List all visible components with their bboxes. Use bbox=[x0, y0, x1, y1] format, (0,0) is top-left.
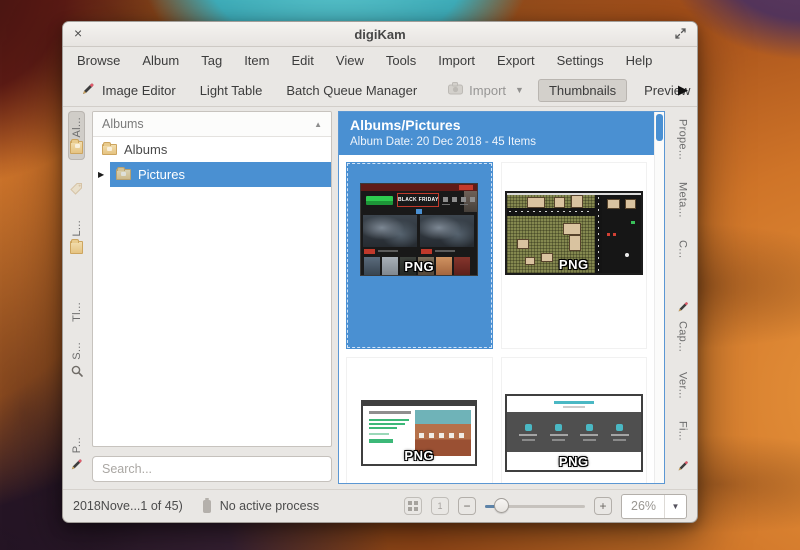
menu-tools[interactable]: Tools bbox=[386, 53, 416, 68]
folder-icon bbox=[70, 241, 83, 254]
search-input[interactable] bbox=[92, 456, 332, 482]
album-folder-icon bbox=[116, 169, 131, 180]
thumbnails-button[interactable]: Thumbnails bbox=[538, 79, 627, 102]
tree-item-pictures[interactable]: ▶ Pictures bbox=[93, 162, 331, 187]
battery-icon bbox=[203, 500, 211, 513]
menu-album[interactable]: Album bbox=[142, 53, 179, 68]
thumbnail-cell-3[interactable]: PNG bbox=[346, 357, 493, 483]
icon-view-wrap: Albums/Pictures Album Date: 20 Dec 2018 … bbox=[338, 107, 668, 489]
menu-edit[interactable]: Edit bbox=[291, 53, 313, 68]
zoom-slider[interactable] bbox=[485, 497, 585, 515]
menu-help[interactable]: Help bbox=[626, 53, 653, 68]
zoom-level-combobox[interactable]: 26% ▼ bbox=[621, 494, 687, 519]
tag-icon bbox=[70, 182, 83, 198]
toolbar-overflow-icon[interactable]: ▶ bbox=[678, 82, 688, 98]
thumbnail-cell-1-selected[interactable]: BLACK FRIDAY bbox=[346, 162, 493, 349]
chevron-down-icon: ▼ bbox=[515, 85, 524, 95]
sidebar-tab-labels[interactable]: L... bbox=[68, 214, 85, 260]
thumbnail-image-1: BLACK FRIDAY bbox=[360, 183, 478, 276]
zoom-in-button[interactable]: + bbox=[594, 497, 612, 515]
menu-tag[interactable]: Tag bbox=[201, 53, 222, 68]
menu-export[interactable]: Export bbox=[497, 53, 535, 68]
sidebar-tab-search[interactable]: S... bbox=[68, 336, 86, 387]
image-editor-button[interactable]: Image Editor bbox=[73, 77, 183, 104]
window-title: digiKam bbox=[354, 27, 405, 42]
search-icon bbox=[70, 364, 84, 381]
menu-settings[interactable]: Settings bbox=[557, 53, 604, 68]
main-content: Al... L... Tl... S... bbox=[63, 107, 697, 489]
sidebar-tab-tools[interactable] bbox=[674, 453, 692, 482]
pencil-icon bbox=[69, 457, 84, 475]
tree-selection-highlight: Pictures bbox=[110, 162, 331, 187]
icon-view-inner: Albums/Pictures Album Date: 20 Dec 2018 … bbox=[339, 112, 654, 483]
thumbnail-cell-2[interactable]: PNG bbox=[501, 162, 648, 349]
zoom-level-value: 26% bbox=[622, 499, 664, 513]
sort-collapse-icon[interactable]: ▲ bbox=[314, 120, 322, 129]
albums-tree-header[interactable]: Albums ▲ bbox=[93, 112, 331, 137]
format-badge: PNG bbox=[404, 448, 434, 463]
menu-view[interactable]: View bbox=[336, 53, 364, 68]
thumbnail-image-2: PNG bbox=[505, 191, 643, 275]
album-folder-icon bbox=[102, 144, 117, 155]
menu-import[interactable]: Import bbox=[438, 53, 475, 68]
process-status: No active process bbox=[220, 499, 319, 513]
format-badge: PNG bbox=[559, 454, 589, 469]
folder-icon bbox=[70, 141, 83, 154]
sidebar-tab-tags[interactable] bbox=[68, 176, 85, 204]
sidebar-tab-metadata[interactable]: Meta... bbox=[675, 176, 691, 224]
icon-view: Albums/Pictures Album Date: 20 Dec 2018 … bbox=[338, 111, 665, 484]
pencil-icon bbox=[676, 459, 690, 476]
albums-tree-panel: Albums ▲ Albums ▶ Pictures bbox=[92, 111, 332, 447]
right-sidebar-tabs: Prope... Meta... C... Cap... Ver... Fi..… bbox=[668, 107, 697, 489]
batch-queue-manager-button[interactable]: Batch Queue Manager bbox=[279, 79, 424, 102]
tree-item-albums-root[interactable]: Albums bbox=[93, 137, 331, 162]
album-banner: Albums/Pictures Album Date: 20 Dec 2018 … bbox=[339, 112, 654, 155]
close-icon[interactable]: × bbox=[74, 26, 82, 40]
sidebar-tab-people[interactable]: P... bbox=[67, 431, 86, 481]
selection-status: 2018Nove...1 of 45) bbox=[73, 499, 183, 513]
thumbnail-view-mode-button[interactable] bbox=[404, 497, 422, 515]
format-badge: PNG bbox=[559, 257, 589, 272]
thumbnail-image-4: PNG bbox=[505, 394, 643, 472]
menubar: Browse Album Tag Item Edit View Tools Im… bbox=[63, 47, 697, 74]
thumb1-banner-text: BLACK FRIDAY bbox=[398, 197, 439, 203]
sidebar-tab-timeline[interactable]: Tl... bbox=[69, 296, 85, 328]
digikam-window: × digiKam Browse Album Tag Item Edit Vie… bbox=[62, 21, 698, 523]
albums-column: Albums ▲ Albums ▶ Pictures bbox=[90, 107, 338, 489]
camera-icon bbox=[448, 82, 463, 98]
thumbnail-cell-4[interactable]: PNG bbox=[501, 357, 648, 483]
vertical-scrollbar[interactable] bbox=[654, 112, 664, 483]
sidebar-tab-colors[interactable]: C... bbox=[675, 234, 691, 264]
slider-handle[interactable] bbox=[494, 498, 509, 513]
toolbar: Image Editor Light Table Batch Queue Man… bbox=[63, 74, 697, 107]
preview-mode-button[interactable]: 1 bbox=[431, 497, 449, 515]
album-search bbox=[92, 456, 332, 482]
format-badge: PNG bbox=[404, 259, 434, 274]
scrollbar-thumb[interactable] bbox=[656, 114, 663, 141]
pencil-icon bbox=[80, 81, 96, 100]
thumbnail-grid: BLACK FRIDAY bbox=[339, 155, 654, 483]
menu-browse[interactable]: Browse bbox=[77, 53, 120, 68]
sidebar-tab-properties[interactable]: Prope... bbox=[675, 113, 691, 166]
left-sidebar-tabs: Al... L... Tl... S... bbox=[63, 107, 90, 489]
maximize-icon[interactable] bbox=[674, 27, 687, 45]
titlebar[interactable]: × digiKam bbox=[63, 22, 697, 47]
sidebar-tab-filters[interactable]: Fi... bbox=[675, 415, 691, 447]
menu-item[interactable]: Item bbox=[244, 53, 269, 68]
expander-icon[interactable]: ▶ bbox=[98, 170, 110, 179]
chevron-down-icon[interactable]: ▼ bbox=[664, 495, 686, 518]
sidebar-tab-versions[interactable]: Ver... bbox=[675, 366, 691, 405]
sidebar-tab-captions[interactable]: Cap... bbox=[674, 294, 692, 358]
pencil-icon bbox=[676, 300, 690, 317]
import-button[interactable]: Import ▼ bbox=[444, 78, 528, 102]
preview-button[interactable]: Preview bbox=[637, 79, 697, 102]
sidebar-tab-albums[interactable]: Al... bbox=[68, 111, 85, 160]
light-table-button[interactable]: Light Table bbox=[193, 79, 270, 102]
album-title: Albums/Pictures bbox=[350, 117, 643, 133]
statusbar: 2018Nove...1 of 45) No active process 1 … bbox=[63, 489, 697, 522]
thumbnail-image-3: PNG bbox=[361, 400, 477, 466]
zoom-out-button[interactable]: − bbox=[458, 497, 476, 515]
album-subtitle: Album Date: 20 Dec 2018 - 45 Items bbox=[350, 136, 643, 148]
